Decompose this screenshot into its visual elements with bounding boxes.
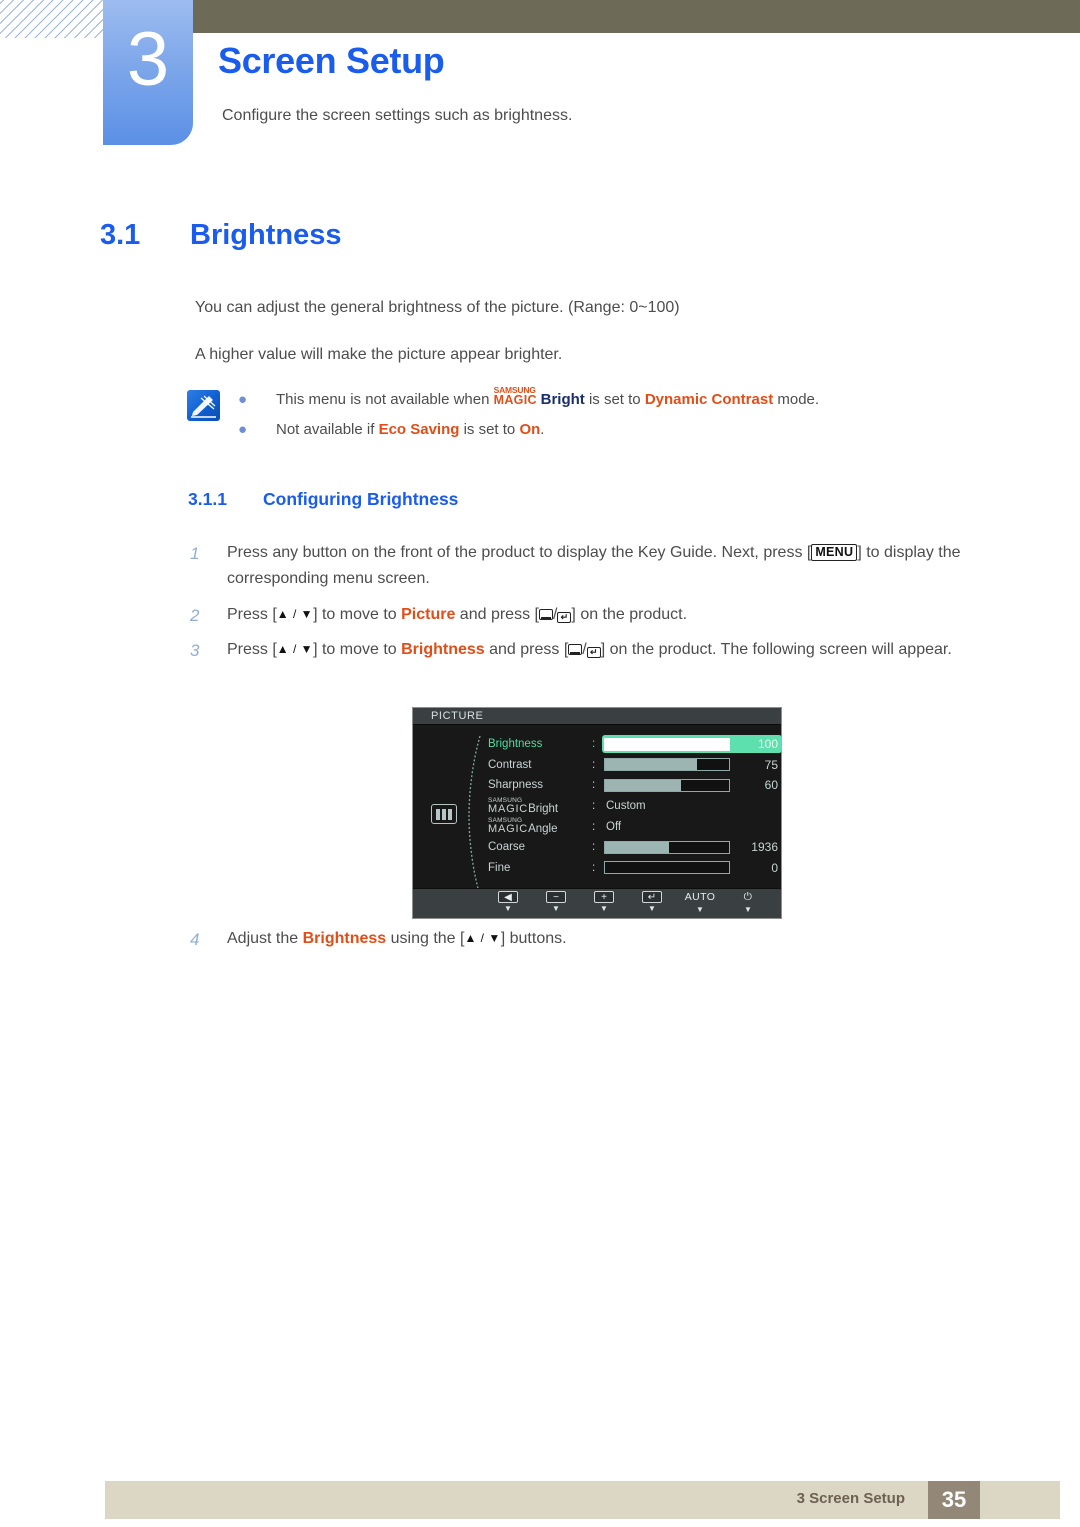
osd-row-brightness[interactable]: Brightness : 100 <box>488 734 782 755</box>
osd-title: PICTURE <box>431 710 484 722</box>
step-number: 3 <box>190 641 200 660</box>
decorative-hatch-pattern <box>0 0 105 38</box>
osd-power-button[interactable]: ⏻ ▼ <box>729 891 767 915</box>
footer-chapter-label: 3 Screen Setup <box>796 1490 905 1507</box>
highlight-term: Eco Saving <box>378 421 460 438</box>
highlight-term: On <box>519 421 541 438</box>
highlight-term: Picture <box>401 606 456 623</box>
osd-row-contrast[interactable]: Contrast : 75 <box>488 755 778 776</box>
note-pen-icon <box>187 390 220 421</box>
osd-colon: : <box>592 861 596 874</box>
osd-auto-button[interactable]: AUTO ▼ <box>681 891 719 915</box>
osd-value: 60 <box>764 778 778 793</box>
osd-row-label: Fine <box>488 861 511 874</box>
osd-row-label: Contrast <box>488 758 532 771</box>
page-title: Screen Setup <box>218 40 445 81</box>
osd-slider[interactable] <box>604 861 730 875</box>
osd-back-button[interactable]: ◀ ▼ <box>489 891 527 913</box>
osd-value: 100 <box>757 737 778 752</box>
chapter-number: 3 <box>126 17 170 102</box>
step-item: 2 Press [▲ / ▼] to move to Picture and p… <box>190 602 1020 628</box>
osd-value: Off <box>606 820 622 833</box>
up-down-arrow-icon: ▲ / ▼ <box>464 931 501 945</box>
step-item: 4 Adjust the Brightness using the [▲ / ▼… <box>190 926 1020 952</box>
step-number: 2 <box>190 606 200 625</box>
step-number: 4 <box>190 930 200 949</box>
step-text: Press [▲ / ▼] to move to Picture and pre… <box>227 606 688 623</box>
osd-row-fine[interactable]: Fine : 0 <box>488 858 778 879</box>
step-number: 1 <box>190 544 200 563</box>
up-down-arrow-icon: ▲ / ▼ <box>276 642 314 656</box>
osd-colon: : <box>592 758 596 771</box>
osd-brace-decoration <box>468 735 481 897</box>
header-band <box>193 0 1080 33</box>
step-item: 1 Press any button on the front of the p… <box>190 540 1020 592</box>
note-text: Not available if Eco Saving is set to On… <box>276 421 545 438</box>
source-key-icon <box>538 609 553 620</box>
section-title: Brightness <box>190 219 342 251</box>
osd-slider[interactable] <box>604 758 730 772</box>
note-item: ● Not available if Eco Saving is set to … <box>238 421 1038 438</box>
osd-row-magicbright[interactable]: SAMSUNG MAGICBright : Custom <box>488 796 773 817</box>
body-paragraph: You can adjust the general brightness of… <box>195 299 680 316</box>
page-footer: 3 Screen Setup 35 <box>105 1481 1060 1519</box>
osd-button-bar: ◀ ▼ − ▼ + ▼ ↵ ▼ AUTO ▼ ⏻ ▼ <box>413 888 781 918</box>
up-down-arrow-icon: ▲ / ▼ <box>276 607 314 621</box>
osd-colon: : <box>592 800 596 813</box>
section-number: 3.1 <box>100 219 141 251</box>
osd-row-list: Brightness : 100 Contrast : 75 Sharpness… <box>488 734 782 879</box>
osd-colon: : <box>592 820 596 833</box>
osd-row-sharpness[interactable]: Sharpness : 60 <box>488 775 778 796</box>
menu-key-icon: MENU <box>811 544 858 561</box>
highlight-term: Dynamic Contrast <box>644 391 774 408</box>
samsung-magic-bright-label: SAMSUNG MAGIC Bright <box>493 385 585 408</box>
osd-menu-screenshot: PICTURE Brightness : 100 Contrast : 75 S… <box>412 707 782 919</box>
note-item: ● This menu is not available when SAMSUN… <box>238 385 1038 408</box>
bullet-icon: ● <box>238 421 248 438</box>
note-list: ● This menu is not available when SAMSUN… <box>238 385 1038 451</box>
osd-row-magicangle[interactable]: SAMSUNG MAGICAngle : Off <box>488 816 773 837</box>
osd-slider[interactable] <box>604 737 730 751</box>
osd-row-label: Coarse <box>488 841 526 854</box>
osd-row-coarse[interactable]: Coarse : 1936 <box>488 837 778 858</box>
enter-key-icon: ↵ <box>557 612 572 623</box>
subsection-number: 3.1.1 <box>188 489 227 509</box>
highlight-term: Brightness <box>401 641 485 658</box>
body-paragraph: A higher value will make the picture app… <box>195 346 563 363</box>
osd-value: Custom <box>606 800 646 813</box>
osd-row-label: SAMSUNG MAGICBright <box>488 796 559 815</box>
chapter-subtitle: Configure the screen settings such as br… <box>222 107 573 124</box>
osd-row-label: Sharpness <box>488 779 543 792</box>
step-item: 3 Press [▲ / ▼] to move to Brightness an… <box>190 637 1020 663</box>
osd-colon: : <box>592 779 596 792</box>
osd-value: 0 <box>771 860 778 875</box>
osd-colon: : <box>592 841 596 854</box>
page-number-badge: 35 <box>928 1481 980 1519</box>
step-text: Adjust the Brightness using the [▲ / ▼] … <box>227 930 567 947</box>
osd-plus-button[interactable]: + ▼ <box>585 891 623 913</box>
highlight-term: Brightness <box>302 930 387 947</box>
step-text: Press any button on the front of the pro… <box>227 544 961 587</box>
osd-slider[interactable] <box>604 778 730 792</box>
note-text: This menu is not available when SAMSUNG M… <box>276 385 820 408</box>
osd-value: 1936 <box>751 840 778 855</box>
osd-enter-button[interactable]: ↵ ▼ <box>633 891 671 913</box>
picture-mode-icon <box>431 804 457 824</box>
osd-row-label: SAMSUNG MAGICAngle <box>488 817 558 836</box>
enter-key-icon: ↵ <box>586 647 601 658</box>
source-key-icon <box>568 644 583 655</box>
osd-minus-button[interactable]: − ▼ <box>537 891 575 913</box>
osd-slider[interactable] <box>604 840 730 854</box>
chapter-number-badge: 3 <box>103 0 193 145</box>
subsection-title: Configuring Brightness <box>263 489 459 509</box>
bullet-icon: ● <box>238 391 248 408</box>
osd-row-label: Brightness <box>488 738 543 751</box>
step-text: Press [▲ / ▼] to move to Brightness and … <box>227 641 952 658</box>
osd-value: 75 <box>764 757 778 772</box>
